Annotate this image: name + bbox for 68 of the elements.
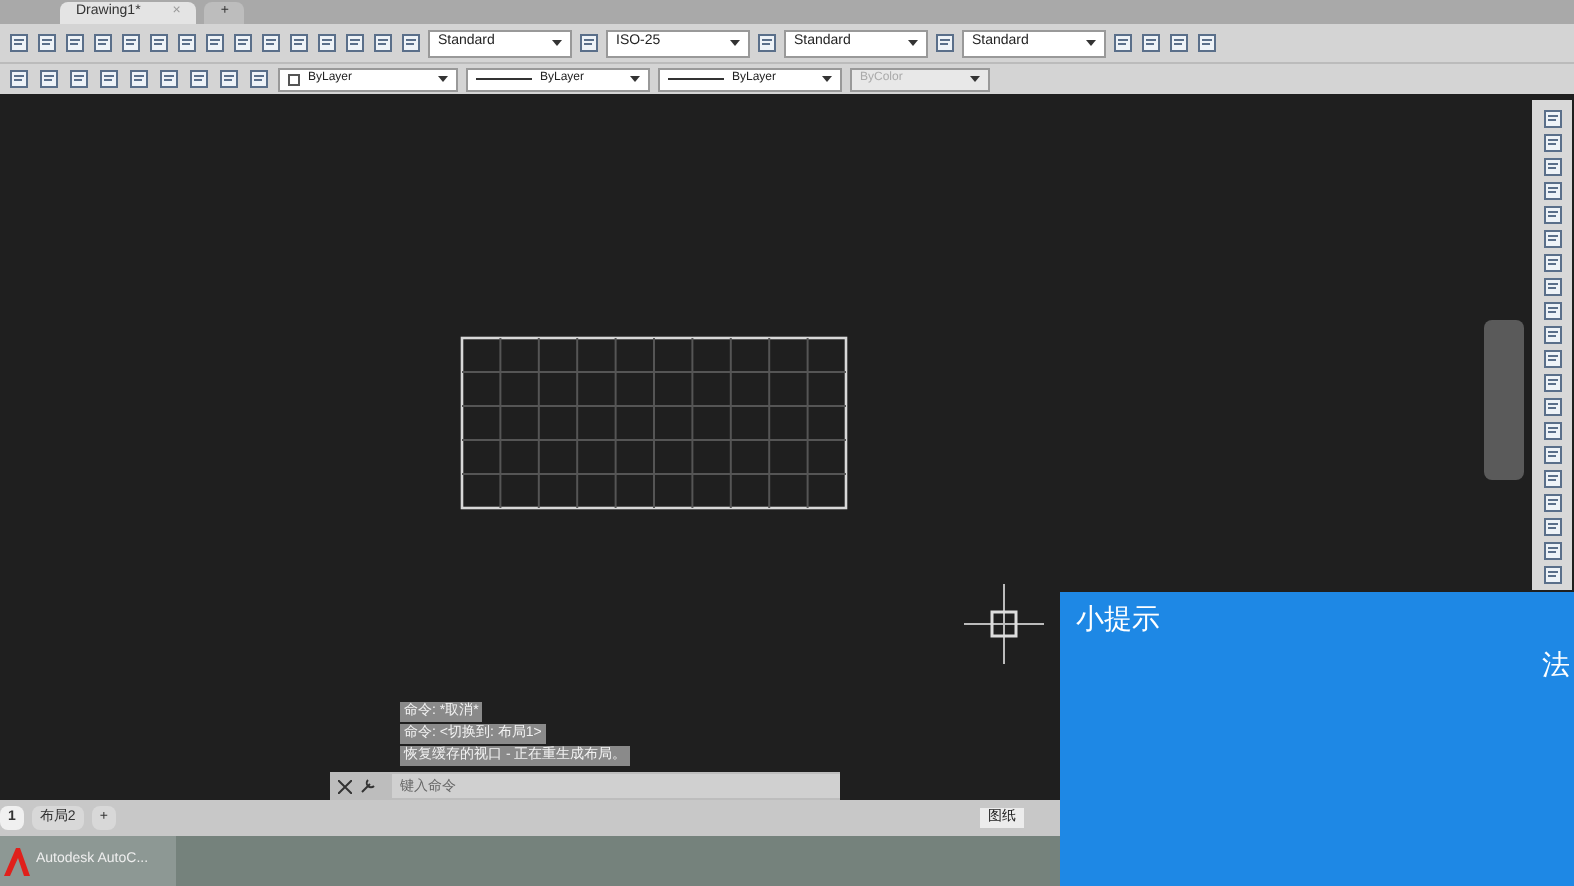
tool-icon[interactable] xyxy=(1541,156,1563,178)
tool-icon[interactable] xyxy=(64,32,86,54)
tool-icon[interactable] xyxy=(120,32,142,54)
tool-icon[interactable] xyxy=(176,32,198,54)
tool-icon[interactable] xyxy=(1541,276,1563,298)
tool-icon[interactable] xyxy=(1140,32,1162,54)
dropdown-arrow-icon xyxy=(970,76,980,82)
tool-icon[interactable] xyxy=(1541,132,1563,154)
dropdown-arrow-icon xyxy=(552,40,562,46)
tool-icon[interactable] xyxy=(372,32,394,54)
tool-icon[interactable] xyxy=(1541,516,1563,538)
tool-icon[interactable] xyxy=(1541,468,1563,490)
app-logo-icon xyxy=(4,847,30,875)
tool-icon[interactable] xyxy=(68,68,90,90)
tool-icon[interactable] xyxy=(260,32,282,54)
tool-icon[interactable] xyxy=(1541,372,1563,394)
tool-icon[interactable] xyxy=(1541,564,1563,586)
line-sample-icon xyxy=(668,78,724,80)
tool-icon[interactable] xyxy=(288,32,310,54)
tool-icon[interactable] xyxy=(1112,32,1134,54)
tool-icon[interactable] xyxy=(1541,396,1563,418)
tool-icon[interactable] xyxy=(1541,348,1563,370)
tool-icon[interactable] xyxy=(1541,228,1563,250)
style-icon[interactable] xyxy=(578,32,600,54)
dropdown-arrow-icon xyxy=(822,76,832,82)
close-icon[interactable] xyxy=(338,779,352,793)
tool-icon[interactable] xyxy=(248,68,270,90)
tool-icon[interactable] xyxy=(148,32,170,54)
tool-icon[interactable] xyxy=(232,32,254,54)
tool-icon[interactable] xyxy=(344,32,366,54)
dropdown-arrow-icon xyxy=(438,76,448,82)
dropdown-arrow-icon xyxy=(908,40,918,46)
dropdown-arrow-icon xyxy=(730,40,740,46)
tool-icon[interactable] xyxy=(36,32,58,54)
tool-icon[interactable] xyxy=(1541,300,1563,322)
dropdown-arrow-icon xyxy=(1086,40,1096,46)
style-icon[interactable] xyxy=(400,32,422,54)
tool-icon[interactable] xyxy=(1541,540,1563,562)
tool-icon[interactable] xyxy=(1541,180,1563,202)
tool-icon[interactable] xyxy=(1541,108,1563,130)
tool-icon[interactable] xyxy=(1541,492,1563,514)
tool-icon[interactable] xyxy=(128,68,150,90)
tool-icon[interactable] xyxy=(1541,444,1563,466)
crosshair-cursor-icon xyxy=(964,584,1044,664)
tool-icon[interactable] xyxy=(8,68,30,90)
line-sample-icon xyxy=(476,78,532,80)
tool-icon[interactable] xyxy=(188,68,210,90)
tip-text: 法 xyxy=(1542,646,1570,684)
style-icon[interactable] xyxy=(934,32,956,54)
tool-icon[interactable] xyxy=(92,32,114,54)
dropdown-arrow-icon xyxy=(630,76,640,82)
style-icon[interactable] xyxy=(756,32,778,54)
tool-icon[interactable] xyxy=(158,68,180,90)
tool-icon[interactable] xyxy=(1541,252,1563,274)
tool-icon[interactable] xyxy=(38,68,60,90)
tool-icon[interactable] xyxy=(1541,420,1563,442)
tool-icon[interactable] xyxy=(316,32,338,54)
color-swatch-icon xyxy=(288,73,300,85)
tool-icon[interactable] xyxy=(1196,32,1218,54)
tool-icon[interactable] xyxy=(8,32,30,54)
tool-icon[interactable] xyxy=(1541,324,1563,346)
tool-icon[interactable] xyxy=(204,32,226,54)
tool-icon[interactable] xyxy=(1541,204,1563,226)
tool-icon[interactable] xyxy=(98,68,120,90)
tool-icon[interactable] xyxy=(1168,32,1190,54)
wrench-icon[interactable] xyxy=(360,778,376,794)
tool-icon[interactable] xyxy=(218,68,240,90)
tip-title: 小提示 xyxy=(1074,600,1162,638)
